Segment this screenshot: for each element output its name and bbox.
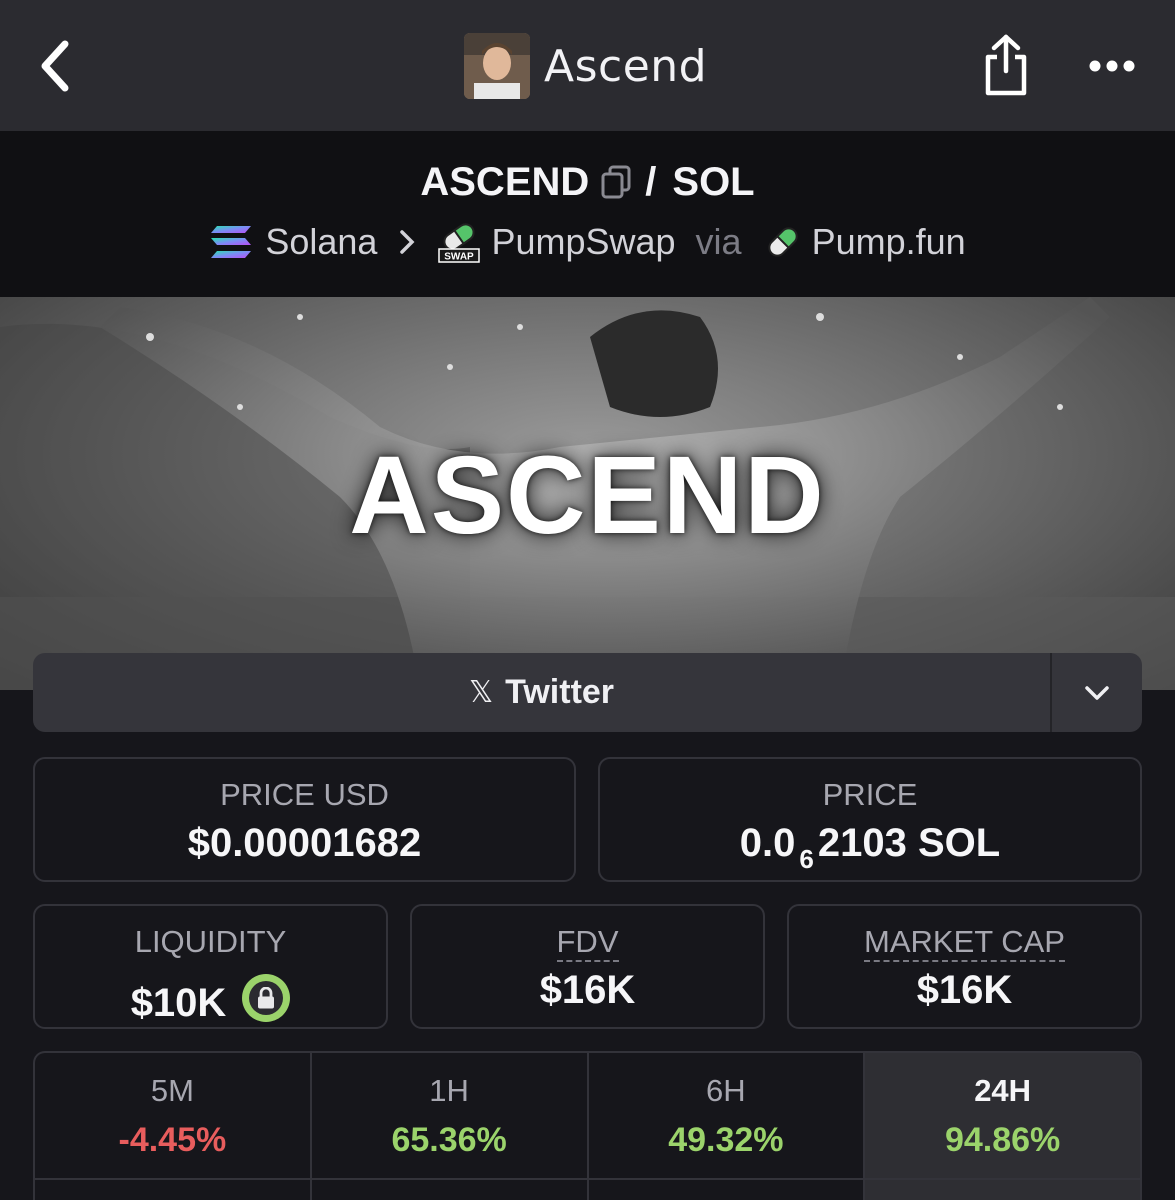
x-logo-icon: 𝕏 xyxy=(468,675,494,710)
tab-change: 94.86% xyxy=(944,1121,1061,1159)
pumpswap-logo-icon: SWAP xyxy=(438,223,481,263)
price-usd-value: $0.00001682 xyxy=(187,821,422,865)
chevron-left-icon xyxy=(41,40,69,92)
chevron-down-icon xyxy=(1085,685,1109,700)
copy-icon[interactable] xyxy=(601,165,631,199)
tab-change: 49.32% xyxy=(668,1121,784,1159)
pair-name: ASCEND / SOL xyxy=(0,155,1175,209)
back-button[interactable] xyxy=(30,36,80,96)
twitter-link-label: Twitter xyxy=(505,673,615,711)
liquidity-value-row: $10K xyxy=(35,968,386,1026)
tab-label: 5M xyxy=(150,1073,194,1108)
divider xyxy=(33,1178,1142,1180)
liquidity-lock-icon[interactable] xyxy=(242,974,291,1022)
tab-label: 1H xyxy=(429,1073,469,1108)
pair-header: ASCEND / SOL Solana SWAP PumpSwap via Pu… xyxy=(0,131,1175,297)
tab-change: 65.36% xyxy=(391,1121,507,1159)
dex-name[interactable]: PumpSwap xyxy=(491,221,675,263)
banner-headline: ASCEND xyxy=(349,434,826,557)
token-avatar xyxy=(464,33,530,99)
quote-token-symbol: SOL xyxy=(672,159,755,204)
twitter-link-button[interactable]: 𝕏 Twitter xyxy=(33,653,1050,732)
more-dots-icon xyxy=(1089,60,1135,72)
solana-logo-icon xyxy=(211,226,252,258)
price-usd-card: PRICE USD $0.00001682 xyxy=(33,757,576,882)
page-title: Ascend xyxy=(544,40,708,92)
tab-label: 24H xyxy=(974,1073,1032,1108)
social-links-bar: 𝕏 Twitter xyxy=(33,653,1142,732)
fdv-card: FDV $16K xyxy=(410,904,765,1029)
liquidity-card: LIQUIDITY $10K xyxy=(33,904,388,1029)
pumpfun-logo-icon xyxy=(767,227,798,257)
base-token-symbol: ASCEND xyxy=(420,159,590,204)
social-dropdown-button[interactable] xyxy=(1050,653,1142,732)
tab-label: 6H xyxy=(706,1073,746,1108)
via-label: via xyxy=(695,221,742,262)
token-title: Ascend xyxy=(464,32,707,100)
price-native-card: PRICE 0.0 6 2103 SOL xyxy=(598,757,1142,882)
liquidity-label: LIQUIDITY xyxy=(134,924,287,959)
tab-change: -4.45% xyxy=(118,1121,227,1159)
market-cap-value: $16K xyxy=(916,968,1013,1012)
share-icon xyxy=(985,34,1027,96)
share-button[interactable] xyxy=(978,30,1034,100)
market-cap-label[interactable]: MARKET CAP xyxy=(789,924,1140,962)
pair-separator: / xyxy=(645,159,657,204)
chevron-right-icon xyxy=(400,230,415,254)
pair-route: Solana SWAP PumpSwap via Pump.fun xyxy=(0,217,1175,267)
launchpad-name[interactable]: Pump.fun xyxy=(812,221,966,263)
market-cap-card: MARKET CAP $16K xyxy=(787,904,1142,1029)
top-nav-bar: Ascend xyxy=(0,0,1175,131)
chain-name[interactable]: Solana xyxy=(265,221,377,263)
svg-text:SWAP: SWAP xyxy=(445,252,475,263)
price-usd-label: PRICE USD xyxy=(220,777,389,812)
price-native-label: PRICE xyxy=(822,777,918,812)
liquidity-value: $10K xyxy=(130,981,227,1025)
price-native-value: 0.0 6 2103 SOL xyxy=(739,821,1001,874)
fdv-value: $16K xyxy=(539,968,636,1012)
fdv-label[interactable]: FDV xyxy=(412,924,763,962)
more-options-button[interactable] xyxy=(1082,46,1142,86)
